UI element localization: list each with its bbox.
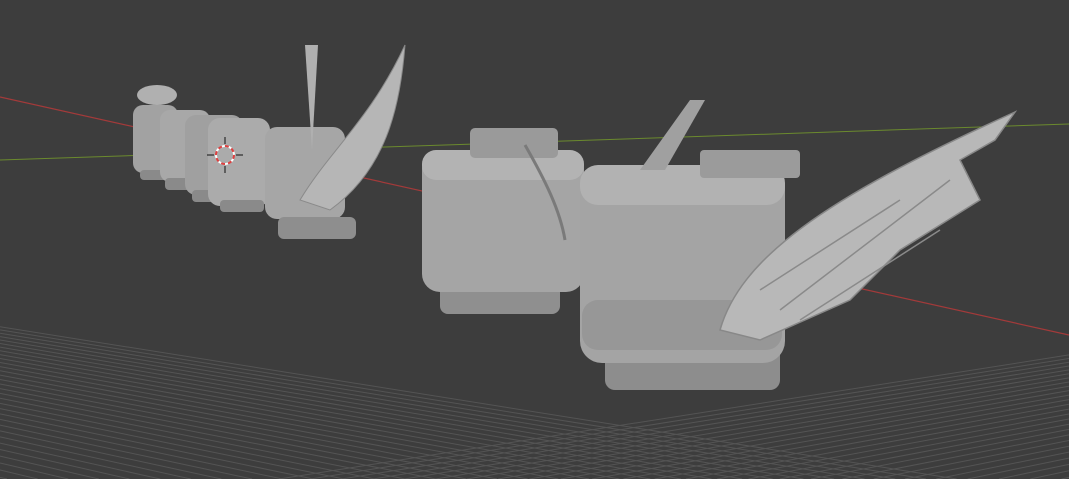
grid-line — [623, 399, 1069, 479]
grid-line — [998, 463, 1069, 479]
grid-line — [0, 379, 528, 479]
character-middle[interactable] — [422, 128, 584, 314]
grid-line — [0, 430, 222, 479]
character-front[interactable] — [580, 100, 1018, 390]
grid-line — [0, 329, 926, 479]
grid-line — [0, 455, 100, 479]
grid-line — [0, 462, 69, 479]
grid-line — [498, 381, 1069, 479]
grid-line — [0, 436, 191, 479]
character-far-4[interactable] — [208, 118, 270, 212]
grid-line — [842, 434, 1069, 479]
character-winged-small[interactable] — [265, 44, 406, 239]
viewport-canvas[interactable] — [0, 0, 1069, 479]
grid-line — [0, 418, 283, 479]
grid-line — [873, 440, 1069, 479]
grid-line — [0, 469, 38, 479]
grid-line — [0, 362, 651, 479]
floor-grid — [0, 326, 1069, 479]
grid-line — [967, 457, 1069, 479]
3d-viewport[interactable] — [0, 0, 1069, 479]
grid-line — [779, 423, 1069, 479]
grid-line — [1030, 470, 1069, 479]
